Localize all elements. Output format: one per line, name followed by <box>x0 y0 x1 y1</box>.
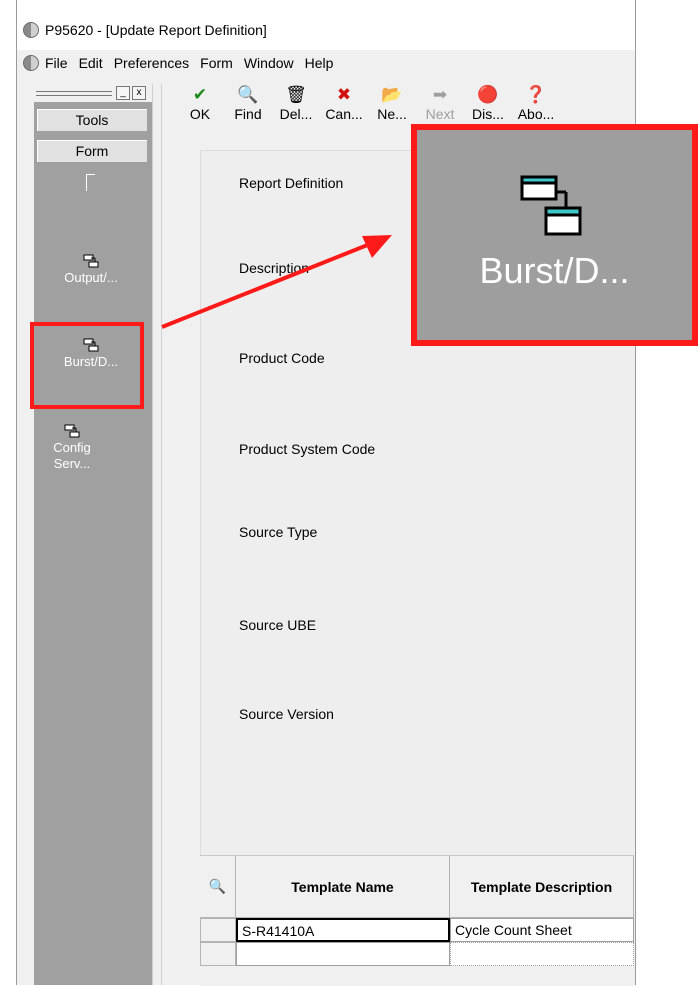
zoom-label: Burst/D... <box>479 250 630 291</box>
form-exit-icon <box>520 175 582 236</box>
zoom-callout: Burst/D... <box>411 124 698 346</box>
